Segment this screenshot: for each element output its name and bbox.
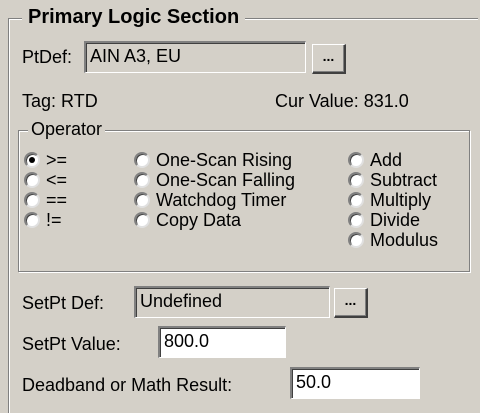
- setpt-value-input[interactable]: 800.0: [158, 326, 286, 358]
- op-label-gte: >=: [46, 150, 68, 170]
- ptdef-browse-button[interactable]: ...: [312, 44, 346, 74]
- radio-eq[interactable]: [24, 192, 40, 208]
- op-label-modulus: Modulus: [370, 230, 439, 250]
- radio-add[interactable]: [348, 152, 364, 168]
- radio-gte[interactable]: [24, 152, 40, 168]
- radio-one-scan-rising[interactable]: [134, 152, 150, 168]
- setpt-value-label: SetPt Value:: [22, 334, 121, 354]
- op-label-copy-data: Copy Data: [156, 210, 242, 230]
- op-label-divide: Divide: [370, 210, 421, 230]
- setpt-def-label: SetPt Def:: [22, 293, 105, 313]
- radio-neq[interactable]: [24, 212, 40, 228]
- deadband-label: Deadband or Math Result:: [22, 375, 233, 395]
- op-label-watchdog-timer: Watchdog Timer: [156, 190, 287, 210]
- ptdef-field[interactable]: AIN A3, EU: [84, 41, 306, 73]
- radio-one-scan-falling[interactable]: [134, 172, 150, 188]
- radio-subtract[interactable]: [348, 172, 364, 188]
- tag-label: Tag: RTD: [22, 91, 98, 111]
- op-label-multiply: Multiply: [370, 190, 432, 210]
- radio-selected-dot: [29, 157, 35, 163]
- primary-logic-title: Primary Logic Section: [22, 4, 246, 30]
- cur-value-label: Cur Value: 831.0: [275, 91, 409, 111]
- operator-title: Operator: [28, 118, 106, 140]
- radio-lte[interactable]: [24, 172, 40, 188]
- radio-copy-data[interactable]: [134, 212, 150, 228]
- deadband-input[interactable]: 50.0: [290, 367, 420, 399]
- radio-modulus[interactable]: [348, 232, 364, 248]
- radio-divide[interactable]: [348, 212, 364, 228]
- op-label-add: Add: [370, 150, 403, 170]
- op-label-one-scan-rising: One-Scan Rising: [156, 150, 293, 170]
- op-label-lte: <=: [46, 170, 68, 190]
- radio-multiply[interactable]: [348, 192, 364, 208]
- op-label-subtract: Subtract: [370, 170, 438, 190]
- setpt-def-field[interactable]: Undefined: [134, 286, 330, 318]
- setpt-def-browse-button[interactable]: ...: [334, 288, 368, 318]
- op-label-eq: ==: [46, 190, 68, 210]
- op-label-one-scan-falling: One-Scan Falling: [156, 170, 296, 190]
- ptdef-label: PtDef:: [22, 47, 73, 67]
- op-label-neq: !=: [46, 210, 62, 230]
- radio-watchdog-timer[interactable]: [134, 192, 150, 208]
